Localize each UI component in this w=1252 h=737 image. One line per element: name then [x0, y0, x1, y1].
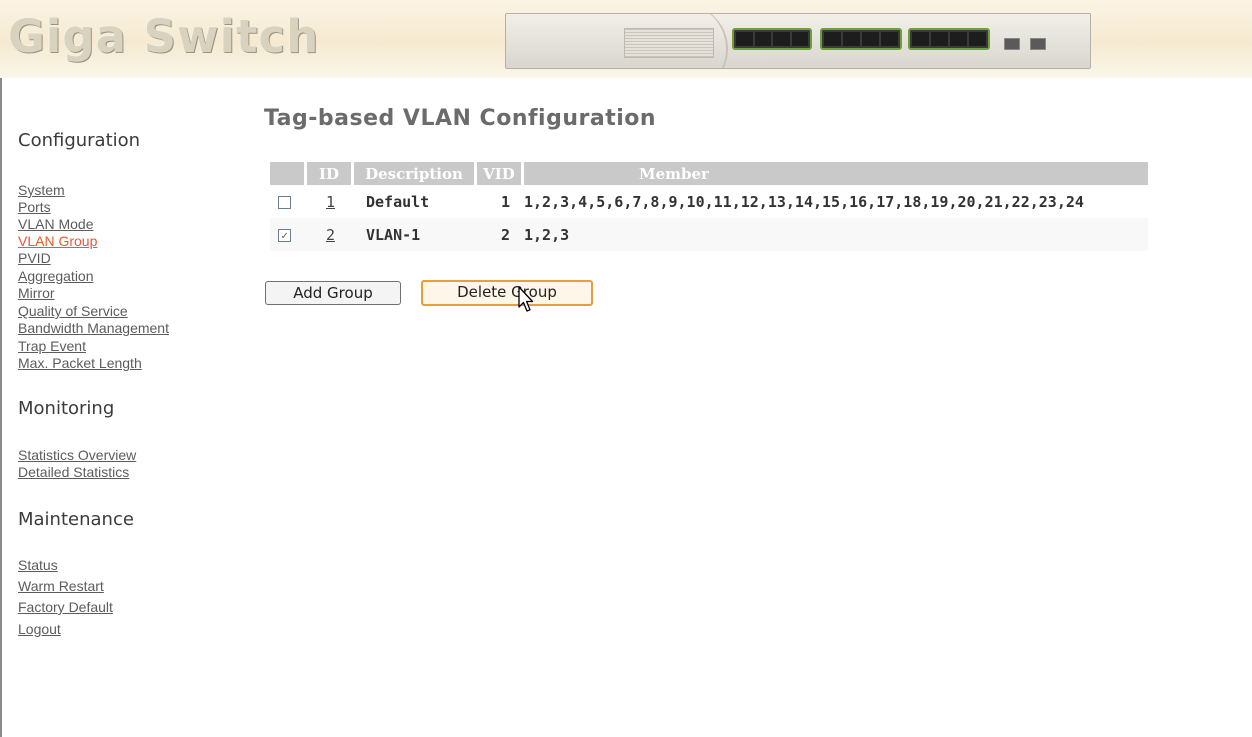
section-monitoring: Monitoring — [18, 398, 115, 419]
nav-factory-default[interactable]: Factory Default — [18, 600, 113, 614]
nav-aggregation[interactable]: Aggregation — [18, 269, 94, 283]
id-link[interactable]: 2 — [326, 226, 335, 244]
nav-trap-event[interactable]: Trap Event — [18, 339, 86, 353]
description-cell: Default — [354, 185, 477, 218]
vlan-table: ID Description VID Member 1 Default 1 1,… — [270, 162, 1148, 251]
vid-cell: 2 — [477, 218, 524, 251]
id-cell: 2 — [307, 218, 354, 251]
nav-logout[interactable]: Logout — [18, 622, 61, 636]
nav-statistics-overview[interactable]: Statistics Overview — [18, 448, 136, 462]
id-cell: 1 — [307, 185, 354, 218]
nav-max-packet-length[interactable]: Max. Packet Length — [18, 356, 142, 370]
nav-vlan-group[interactable]: VLAN Group — [18, 234, 97, 248]
device-vent — [624, 28, 714, 58]
nav-system[interactable]: System — [18, 183, 65, 197]
header-vid: VID — [477, 162, 524, 185]
vid-cell: 1 — [477, 185, 524, 218]
sfp-port-2 — [1030, 38, 1046, 50]
member-cell: 1,2,3 — [524, 218, 1148, 251]
port-group-3 — [908, 28, 990, 50]
nav-status[interactable]: Status — [18, 558, 58, 572]
nav-detailed-statistics[interactable]: Detailed Statistics — [18, 465, 129, 479]
nav-warm-restart[interactable]: Warm Restart — [18, 579, 104, 593]
id-link[interactable]: 1 — [326, 193, 335, 211]
page-title: Tag-based VLAN Configuration — [264, 106, 657, 131]
header-id: ID — [307, 162, 354, 185]
row-checkbox-checked[interactable]: ✓ — [278, 228, 291, 242]
nav-vlan-mode[interactable]: VLAN Mode — [18, 217, 93, 231]
port-group-1 — [732, 28, 812, 50]
row-select-cell — [270, 185, 307, 218]
nav-quality-of-service[interactable]: Quality of Service — [18, 304, 128, 318]
header-banner: Giga Switch — [0, 0, 1252, 78]
nav-ports[interactable]: Ports — [18, 200, 51, 214]
header-description: Description — [354, 162, 477, 185]
description-cell: VLAN-1 — [354, 218, 477, 251]
delete-group-button[interactable]: Delete Group — [421, 280, 593, 306]
row-checkbox[interactable] — [278, 195, 291, 209]
mouse-pointer-icon — [518, 286, 534, 312]
port-group-2 — [820, 28, 902, 50]
table-row: ✓ 2 VLAN-1 2 1,2,3 — [270, 218, 1148, 251]
nav-mirror[interactable]: Mirror — [18, 286, 55, 300]
section-configuration: Configuration — [18, 130, 141, 151]
logo: Giga Switch — [8, 10, 320, 63]
section-maintenance: Maintenance — [18, 509, 134, 530]
nav-bandwidth-management[interactable]: Bandwidth Management — [18, 321, 169, 335]
header-select — [270, 162, 307, 185]
header-member: Member — [524, 162, 1148, 185]
switch-device-image — [505, 13, 1091, 69]
table-header-row: ID Description VID Member — [270, 162, 1148, 185]
nav-pvid[interactable]: PVID — [18, 251, 51, 265]
add-group-button[interactable]: Add Group — [265, 281, 401, 305]
table-row: 1 Default 1 1,2,3,4,5,6,7,8,9,10,11,12,1… — [270, 185, 1148, 218]
member-cell: 1,2,3,4,5,6,7,8,9,10,11,12,13,14,15,16,1… — [524, 185, 1148, 218]
row-select-cell: ✓ — [270, 218, 307, 251]
sfp-port-1 — [1004, 38, 1020, 50]
